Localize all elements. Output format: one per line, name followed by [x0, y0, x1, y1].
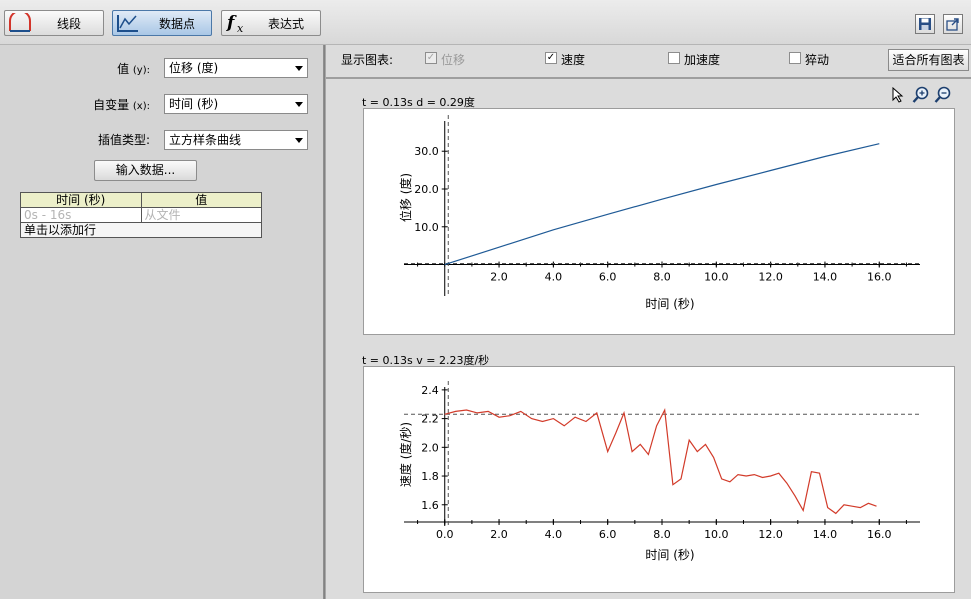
pointer-icon — [892, 87, 904, 103]
add-row-cell[interactable]: 单击以添加行 — [20, 222, 262, 238]
velocity-checkbox[interactable]: ✓ — [545, 52, 557, 64]
x-tick-label: 8.0 — [653, 528, 671, 541]
arc-segment-icon — [5, 11, 35, 35]
independent-field-label: 自变量 (x): — [93, 96, 150, 113]
chevron-down-icon — [295, 66, 303, 71]
datapoints-mode-label: 数据点 — [158, 16, 195, 31]
value-select-text: 位移 (度) — [169, 61, 219, 75]
displacement-chart[interactable]: 2.0 4.0 6.0 8.0 10.0 12.0 14.0 16.0 10.0 20.0 30.0… — [363, 108, 955, 335]
svg-text:x: x — [237, 22, 244, 34]
chevron-down-icon — [295, 138, 303, 143]
x-tick-label: 4.0 — [545, 271, 563, 284]
zoom-out-icon — [934, 86, 951, 103]
chart-svg: 0.0 2.0 4.0 6.0 8.0 10.0 12.0 14.0 16.0 1.6 1.8 2.0… — [398, 381, 920, 562]
interpolation-select-text: 立方样条曲线 — [169, 133, 242, 147]
value-select[interactable]: 位移 (度) — [164, 58, 308, 78]
show-graphs-label: 显示图表: — [341, 53, 394, 67]
zoom-in-tool[interactable] — [912, 86, 930, 104]
expression-mode-button[interactable]: fx 表达式 — [221, 10, 321, 36]
x-tick-label: 10.0 — [704, 271, 729, 284]
displacement-label: 位移 — [441, 53, 466, 67]
x-tick-label: 2.0 — [490, 271, 508, 284]
show-graphs-bar: 显示图表: ✓ 位移 ✓ 速度 加速度 猝动 适合所有图表 — [326, 45, 971, 79]
x-tick-label: 2.0 — [490, 528, 508, 541]
x-axis-label: 时间 (秒) — [645, 548, 694, 562]
export-icon — [946, 18, 959, 31]
displacement-checkbox[interactable]: ✓ — [425, 52, 437, 64]
chevron-down-icon — [295, 102, 303, 107]
independent-select[interactable]: 时间 (秒) — [164, 94, 308, 114]
value-hint: (y): — [132, 65, 150, 76]
x-tick-label: 16.0 — [867, 271, 892, 284]
x-tick-label: 14.0 — [813, 528, 838, 541]
x-axis-label: 时间 (秒) — [645, 297, 694, 311]
interpolation-select[interactable]: 立方样条曲线 — [164, 130, 308, 150]
x-tick-label: 0.0 — [436, 528, 454, 541]
x-tick-label: 8.0 — [653, 271, 671, 284]
x-tick-label: 6.0 — [599, 528, 617, 541]
toolbar: 线段 数据点 fx 表达式 — [0, 0, 971, 45]
graph-panel: 显示图表: ✓ 位移 ✓ 速度 加速度 猝动 适合所有图表 t = 0.13s … — [326, 45, 971, 599]
y-tick-label: 30.0 — [414, 145, 439, 158]
x-tick-label: 4.0 — [545, 528, 563, 541]
y-axis-label: 速度 (度/秒) — [398, 422, 413, 487]
time-range-cell[interactable]: 0s - 16s — [20, 207, 142, 223]
fit-all-graphs-button[interactable]: 适合所有图表 — [888, 49, 969, 71]
y-tick-label: 10.0 — [414, 221, 439, 234]
value-label: 值 — [117, 62, 130, 76]
series-line — [444, 143, 880, 266]
import-data-button[interactable]: 输入数据... — [94, 160, 197, 181]
datapoints-chart-icon — [113, 11, 143, 35]
y-tick-label: 2.4 — [421, 384, 439, 397]
export-button[interactable] — [943, 14, 963, 34]
independent-hint: (x): — [132, 101, 150, 112]
svg-text:f: f — [226, 13, 237, 33]
velocity-label: 速度 — [561, 53, 586, 67]
x-tick-label: 6.0 — [599, 271, 617, 284]
time-column-header[interactable]: 时间 (秒) — [20, 192, 142, 208]
independent-label: 自变量 — [93, 98, 130, 112]
table-row[interactable]: 0s - 16s 从文件 — [20, 207, 262, 223]
acceleration-checkbox[interactable] — [668, 52, 680, 64]
x-tick-label: 12.0 — [758, 271, 783, 284]
zoom-out-tool[interactable] — [934, 86, 952, 104]
jerk-label: 猝动 — [805, 53, 830, 67]
value-field-label: 值 (y): — [117, 60, 150, 77]
save-button[interactable] — [915, 14, 935, 34]
table-header-row: 时间 (秒) 值 — [20, 192, 262, 208]
y-tick-label: 2.0 — [421, 441, 439, 454]
x-tick-label: 12.0 — [758, 528, 783, 541]
jerk-checkbox[interactable] — [789, 52, 801, 64]
y-tick-label: 2.2 — [421, 413, 439, 426]
y-tick-label: 1.8 — [421, 470, 439, 483]
function-fx-icon: fx — [222, 11, 252, 35]
datapoints-mode-button[interactable]: 数据点 — [112, 10, 212, 36]
velocity-chart[interactable]: 0.0 2.0 4.0 6.0 8.0 10.0 12.0 14.0 16.0 1.6 1.8 2.0… — [363, 366, 955, 593]
expression-mode-label: 表达式 — [267, 16, 304, 31]
data-settings-panel: 值 (y): 位移 (度) 自变量 (x): 时间 (秒) 插值类型: 立方样条… — [0, 45, 323, 599]
value-source-cell[interactable]: 从文件 — [140, 207, 262, 223]
save-icon — [919, 18, 931, 30]
interpolation-label: 插值类型: — [97, 133, 150, 147]
x-tick-label: 14.0 — [813, 271, 838, 284]
chart-svg: 2.0 4.0 6.0 8.0 10.0 12.0 14.0 16.0 10.0 20.0 30.0… — [398, 115, 920, 311]
independent-select-text: 时间 (秒) — [169, 97, 219, 111]
zoom-in-icon — [912, 86, 929, 103]
acceleration-label: 加速度 — [684, 53, 721, 67]
series-line — [444, 407, 877, 515]
data-table: 时间 (秒) 值 0s - 16s 从文件 单击以添加行 — [20, 192, 262, 238]
pointer-tool[interactable] — [889, 86, 907, 104]
y-axis-label: 位移 (度) — [398, 173, 413, 222]
y-tick-label: 20.0 — [414, 183, 439, 196]
segment-mode-button[interactable]: 线段 — [4, 10, 104, 36]
value-column-header[interactable]: 值 — [140, 192, 262, 208]
x-tick-label: 16.0 — [867, 528, 892, 541]
add-row[interactable]: 单击以添加行 — [20, 222, 262, 238]
x-tick-label: 10.0 — [704, 528, 729, 541]
segment-mode-label: 线段 — [56, 16, 81, 31]
y-tick-label: 1.6 — [421, 499, 439, 512]
